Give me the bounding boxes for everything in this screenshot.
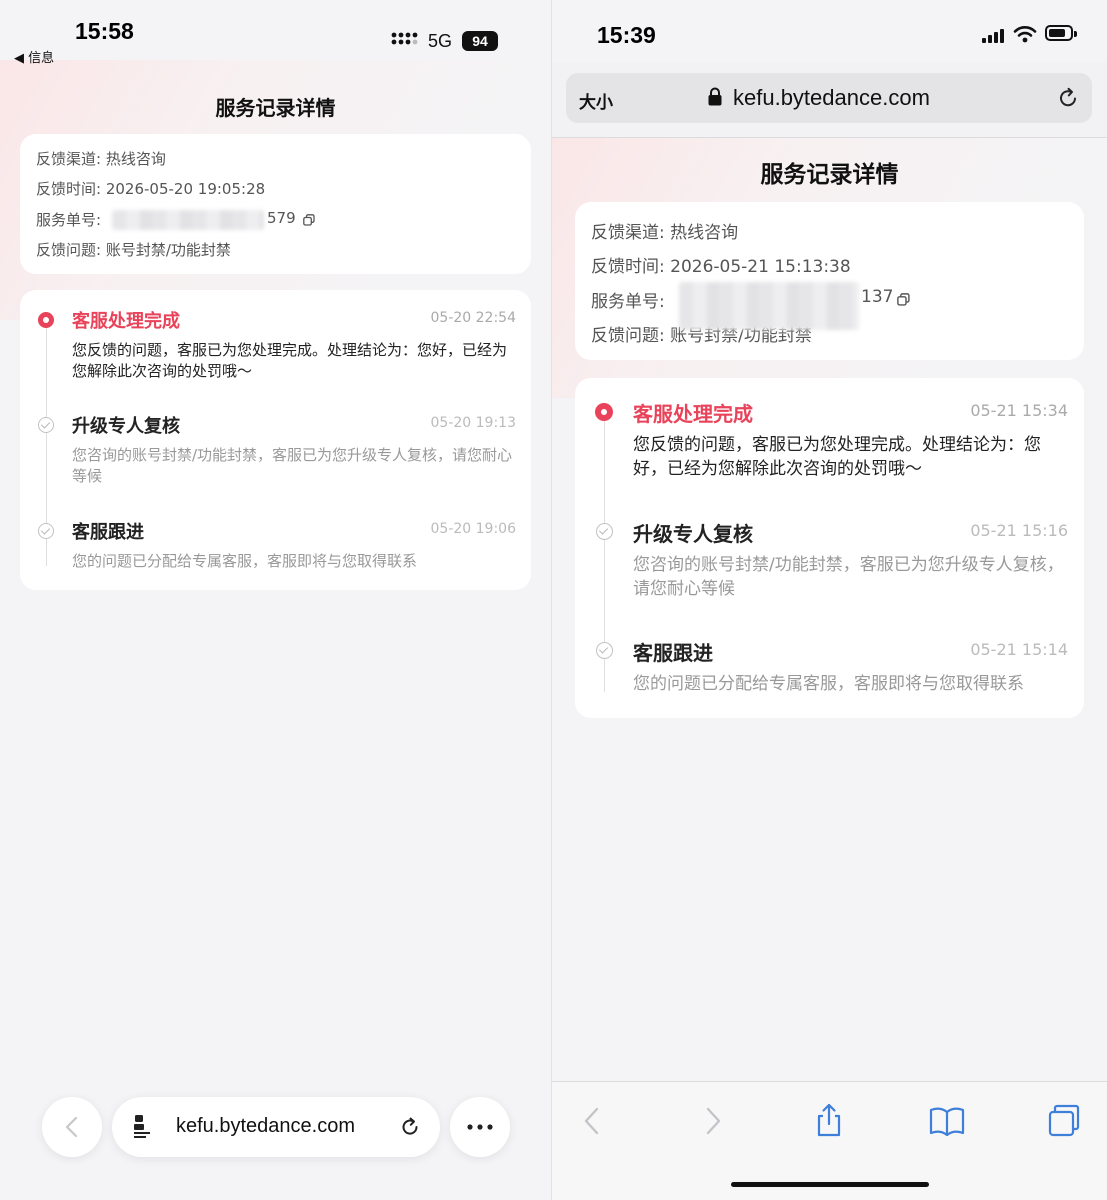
status-active-icon <box>38 312 54 328</box>
timeline-item-time: 05-20 19:06 <box>430 521 516 537</box>
timeline-item-desc: 您的问题已分配给专属客服，客服即将与您取得联系 <box>72 552 418 570</box>
timeline-item-time: 05-20 22:54 <box>430 310 516 326</box>
lock-icon <box>708 87 722 106</box>
info-value: 热线咨询 <box>105 150 166 168</box>
service-timeline-card: 客服处理完成 05-21 15:34 您反馈的问题，客服已为您处理完成。处理结论… <box>575 378 1084 718</box>
service-timeline-card: 客服处理完成 05-20 22:54 您反馈的问题，客服已为您处理完成。处理结论… <box>20 290 531 590</box>
page-menu-icon[interactable] <box>132 1114 156 1140</box>
info-value: 账号封禁/功能封禁 <box>105 241 231 259</box>
more-icon <box>467 1124 493 1130</box>
battery-level <box>1049 29 1065 37</box>
timeline-item-title: 客服处理完成 <box>633 402 753 426</box>
network-type: 5G <box>428 31 453 51</box>
status-check-icon <box>596 642 613 659</box>
info-row-time: 反馈时间: 2026-05-21 15:13:38 <box>591 252 851 277</box>
timeline-item-desc: 您反馈的问题，客服已为您处理完成。处理结论为：您好，已经为您解除此次咨询的处罚哦… <box>633 435 1041 479</box>
timeline-item-title: 升级专人复核 <box>633 522 753 546</box>
info-row-channel: 反馈渠道: 热线咨询 <box>36 148 166 169</box>
wifi-icon <box>1013 26 1037 43</box>
info-row-issue: 反馈问题: 账号封禁/功能封禁 <box>36 239 231 260</box>
reload-icon[interactable] <box>1056 86 1080 110</box>
redacted-ticket-number <box>679 282 859 330</box>
timeline-item-desc: 您咨询的账号封禁/功能封禁，客服已为您升级专人复核，请您耐心等候 <box>72 446 513 485</box>
timeline-item-title: 升级专人复核 <box>72 416 180 437</box>
timeline-item-time: 05-21 15:16 <box>970 521 1068 540</box>
ticket-suffix: 579 <box>267 209 296 227</box>
address-bar[interactable]: 大小 kefu.bytedance.com <box>566 73 1092 123</box>
feedback-info-card: 反馈渠道: 热线咨询 反馈时间: 2026-05-20 19:05:28 服务单… <box>20 134 531 274</box>
timeline-item-title: 客服跟进 <box>72 522 144 543</box>
status-active-icon <box>595 403 613 421</box>
timeline-item-desc: 您反馈的问题，客服已为您处理完成。处理结论为：您好，已经为您解除此次咨询的处罚哦… <box>72 341 508 380</box>
timeline-item-desc: 您的问题已分配给专属客服，客服即将与您取得联系 <box>633 674 1024 694</box>
share-icon[interactable] <box>814 1102 844 1138</box>
home-indicator <box>731 1182 929 1187</box>
info-row-ticket: 服务单号: <box>591 287 665 312</box>
info-label: 反馈问题: <box>36 241 102 259</box>
back-to-app-link[interactable]: ◀ 信息 <box>14 47 54 66</box>
status-time: 15:39 <box>597 22 656 48</box>
page-title: 服务记录详情 <box>215 96 336 120</box>
chevron-left-icon <box>65 1116 78 1138</box>
right-screen: 15:39 大小 kefu.bytedance.com 服务记录详情 反馈渠道:… <box>552 0 1107 1200</box>
info-label: 反馈时间: <box>36 180 102 198</box>
info-label: 反馈渠道: <box>36 150 102 168</box>
battery-level-badge: 94 <box>462 31 498 51</box>
info-label: 反馈渠道: <box>591 223 665 243</box>
status-check-icon <box>38 523 54 539</box>
redacted-ticket-number <box>112 210 264 230</box>
browser-back-button[interactable] <box>42 1097 102 1157</box>
browser-address-pill[interactable]: kefu.bytedance.com <box>112 1097 440 1157</box>
info-label: 反馈问题: <box>591 326 665 346</box>
timeline-item-time: 05-21 15:34 <box>970 401 1068 420</box>
text-size-button[interactable]: 大小 <box>579 88 613 113</box>
status-time: 15:58 <box>75 18 134 44</box>
forward-chevron-icon[interactable] <box>703 1106 723 1136</box>
status-check-icon <box>596 523 613 540</box>
info-value: 2026-05-20 19:05:28 <box>105 180 266 198</box>
info-label: 服务单号: <box>591 292 665 312</box>
feedback-info-card: 反馈渠道: 热线咨询 反馈时间: 2026-05-21 15:13:38 服务单… <box>575 202 1084 360</box>
info-value: 2026-05-21 15:13:38 <box>670 257 851 277</box>
status-check-icon <box>38 417 54 433</box>
browser-url[interactable]: kefu.bytedance.com <box>176 1115 355 1138</box>
browser-more-button[interactable] <box>450 1097 510 1157</box>
cellular-signal-icon <box>982 29 1004 43</box>
reload-icon[interactable] <box>399 1116 421 1138</box>
tabs-icon[interactable] <box>1047 1104 1081 1138</box>
timeline-item-title: 客服跟进 <box>633 641 713 665</box>
copy-icon[interactable] <box>897 293 910 306</box>
cellular-signal-icon <box>391 32 418 50</box>
back-chevron-icon[interactable] <box>582 1106 602 1136</box>
info-row-ticket: 服务单号: <box>36 209 101 230</box>
timeline-item-desc: 您咨询的账号封禁/功能封禁，客服已为您升级专人复核，请您耐心等候 <box>633 555 1064 599</box>
timeline-item-title: 客服处理完成 <box>72 311 180 332</box>
ticket-suffix: 137 <box>861 287 894 307</box>
info-value: 热线咨询 <box>670 223 739 243</box>
info-row-time: 反馈时间: 2026-05-20 19:05:28 <box>36 178 265 199</box>
info-row-channel: 反馈渠道: 热线咨询 <box>591 218 738 243</box>
left-screen: 15:58 ◀ 信息 5G 94 服务记录详情 反馈渠道: 热线咨询 反馈时间:… <box>0 0 551 1200</box>
browser-url[interactable]: kefu.bytedance.com <box>733 85 930 111</box>
copy-icon[interactable] <box>303 214 315 226</box>
bookmarks-icon[interactable] <box>929 1106 965 1136</box>
info-label: 服务单号: <box>36 211 102 229</box>
page-title: 服务记录详情 <box>760 162 899 188</box>
info-label: 反馈时间: <box>591 257 665 277</box>
timeline-item-time: 05-21 15:14 <box>970 640 1068 659</box>
timeline-item-time: 05-20 19:13 <box>430 415 516 431</box>
